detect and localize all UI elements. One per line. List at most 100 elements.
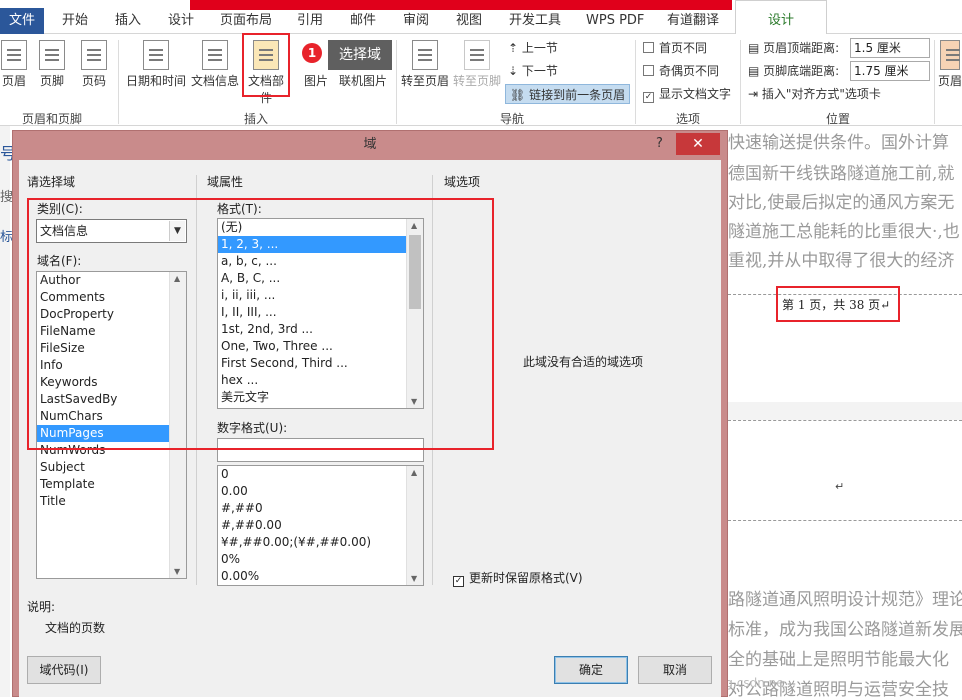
list-item[interactable]: #,##0.00 [218, 517, 423, 534]
tab-design-main[interactable]: 设计 [168, 10, 194, 32]
goto-footer-button[interactable]: 转至页脚 [452, 40, 502, 89]
list-item[interactable]: #,##0 [218, 500, 423, 517]
tab-wps-pdf[interactable]: WPS PDF [586, 10, 644, 32]
date-time-button[interactable]: 日期和时间 [124, 40, 188, 89]
list-item[interactable]: DocProperty [37, 306, 186, 323]
close-button[interactable]: ✕ [676, 133, 720, 155]
list-item[interactable]: 0 [218, 466, 423, 483]
list-item[interactable]: NumPages [37, 425, 186, 442]
preserve-format-checkbox[interactable]: ✓ 更新时保留原格式(V) [453, 569, 583, 587]
arrow-up-icon: ⇡ [508, 41, 522, 55]
field-names-list[interactable]: Author Comments DocProperty FileName FileSiz… [36, 271, 187, 579]
list-item[interactable]: 0% [218, 551, 423, 568]
list-item[interactable]: FileSize [37, 340, 186, 357]
tab-mailings[interactable]: 邮件 [350, 10, 376, 32]
callout-tooltip: 选择域 [328, 40, 392, 70]
link-previous-button[interactable]: ⛓ 链接到前一条页眉 [505, 84, 631, 104]
show-doc-text-checkbox[interactable]: ✓ 显示文档文字 [643, 84, 731, 104]
list-item[interactable]: A, B, C, ... [218, 270, 423, 287]
divider [196, 175, 197, 585]
list-item[interactable]: Comments [37, 289, 186, 306]
numeric-format-list[interactable]: 0 0.00 #,##0 #,##0.00 ¥#,##0.00;(¥#,##0.00) 0… [217, 465, 424, 586]
group-insert: 插入 [244, 112, 269, 126]
list-item[interactable]: 美元文字 [218, 389, 423, 406]
scroll-down-icon[interactable]: ▼ [411, 397, 417, 406]
footer-button[interactable]: 页脚 [38, 40, 66, 89]
scroll-up-icon[interactable]: ▲ [174, 274, 180, 283]
list-item[interactable]: NumChars [37, 408, 186, 425]
numeric-format-input[interactable] [217, 438, 424, 462]
dialog-title: 域 [363, 137, 377, 152]
list-item[interactable]: Subject [37, 459, 186, 476]
list-item[interactable]: NumWords [37, 442, 186, 459]
list-item[interactable]: I, II, III, ... [218, 304, 423, 321]
list-item[interactable]: a, b, c, ... [218, 253, 423, 270]
scroll-up-icon[interactable]: ▲ [411, 221, 417, 230]
tab-view[interactable]: 视图 [456, 10, 482, 32]
list-item[interactable]: ¥#,##0.00;(¥#,##0.00) [218, 534, 423, 551]
insert-align-tab-button[interactable]: ⇥ 插入"对齐方式"选项卡 [748, 84, 881, 104]
scroll-down-icon[interactable]: ▼ [174, 567, 180, 576]
tab-home[interactable]: 开始 [62, 10, 88, 32]
field-options-heading: 域选项 [444, 175, 481, 189]
tab-layout[interactable]: 页面布局 [220, 10, 272, 32]
doc-info-button[interactable]: 文档信息 [190, 40, 240, 89]
close-header-footer-button[interactable]: 页眉 [938, 40, 962, 89]
doc-line: 标准，成为我国公路隧道新发展 [728, 620, 962, 640]
cancel-button[interactable]: 取消 [638, 656, 712, 684]
goto-footer-label: 转至页脚 [452, 74, 501, 88]
category-select[interactable]: 文档信息 ▼ [36, 219, 187, 243]
format-list[interactable]: (无) 1, 2, 3, ... a, b, c, ... A, B, C, ... i… [217, 218, 424, 409]
field-names-label: 域名(F): [37, 254, 82, 268]
footer-page-field[interactable]: 第 1 页，共 38 页↵ [782, 296, 890, 313]
list-item[interactable]: First Second, Third ... [218, 355, 423, 372]
odd-even-diff-checkbox[interactable]: 奇偶页不同 [643, 61, 719, 81]
list-item[interactable]: Title [37, 493, 186, 510]
ribbon-separator [396, 40, 397, 124]
footer-from-bottom-spinner[interactable]: 1.75 厘米 [850, 61, 930, 81]
prev-section-button[interactable]: ⇡ 上一节 [508, 38, 558, 58]
field-names-scrollbar[interactable]: ▲ ▼ [169, 272, 186, 578]
list-item[interactable]: Info [37, 357, 186, 374]
list-item[interactable]: FileName [37, 323, 186, 340]
list-item[interactable]: 1, 2, 3, ... [218, 236, 423, 253]
page-number-label: 页码 [81, 74, 106, 88]
tab-insert[interactable]: 插入 [115, 10, 141, 32]
goto-header-button[interactable]: 转至页眉 [400, 40, 450, 89]
format-scrollbar[interactable]: ▲ ▼ [406, 219, 423, 408]
tab-references[interactable]: 引用 [297, 10, 323, 32]
doc-info-icon [202, 40, 228, 70]
list-item[interactable]: i, ii, iii, ... [218, 287, 423, 304]
scroll-down-icon[interactable]: ▼ [411, 574, 417, 583]
page-number-button[interactable]: 页码 [80, 40, 108, 89]
footer-boundary-line [728, 294, 962, 295]
tab-file[interactable]: 文件 [0, 8, 44, 34]
header-button[interactable]: 页眉 [0, 40, 28, 89]
list-item[interactable]: Author [37, 272, 186, 289]
field-codes-button[interactable]: 域代码(I) [27, 656, 101, 684]
next-section-button[interactable]: ⇣ 下一节 [508, 61, 558, 81]
scroll-up-icon[interactable]: ▲ [411, 468, 417, 477]
tab-review[interactable]: 审阅 [403, 10, 429, 32]
tab-header-footer-design[interactable]: 设计 [735, 0, 827, 34]
first-page-diff-checkbox[interactable]: 首页不同 [643, 38, 707, 58]
doc-parts-button[interactable]: 文档部件 [244, 40, 288, 106]
title-strip [190, 0, 732, 10]
tab-youdao[interactable]: 有道翻译 [667, 10, 719, 32]
list-item[interactable]: (无) [218, 219, 423, 236]
numeric-format-items: 0 0.00 #,##0 #,##0.00 ¥#,##0.00;(¥#,##0.00) 0… [218, 466, 423, 585]
header-from-top-spinner[interactable]: 1.5 厘米 [850, 38, 930, 58]
list-item[interactable]: Template [37, 476, 186, 493]
list-item[interactable]: One, Two, Three ... [218, 338, 423, 355]
list-item[interactable]: hex ... [218, 372, 423, 389]
list-item[interactable]: 0.00 [218, 483, 423, 500]
help-button[interactable]: ? [656, 136, 663, 151]
list-item[interactable]: LastSavedBy [37, 391, 186, 408]
list-item[interactable]: Keywords [37, 374, 186, 391]
scroll-thumb[interactable] [409, 235, 421, 309]
tab-developer[interactable]: 开发工具 [509, 10, 561, 32]
list-item[interactable]: 1st, 2nd, 3rd ... [218, 321, 423, 338]
list-item[interactable]: 0.00% [218, 568, 423, 585]
numeric-format-scrollbar[interactable]: ▲ ▼ [406, 466, 423, 585]
ok-button[interactable]: 确定 [554, 656, 628, 684]
